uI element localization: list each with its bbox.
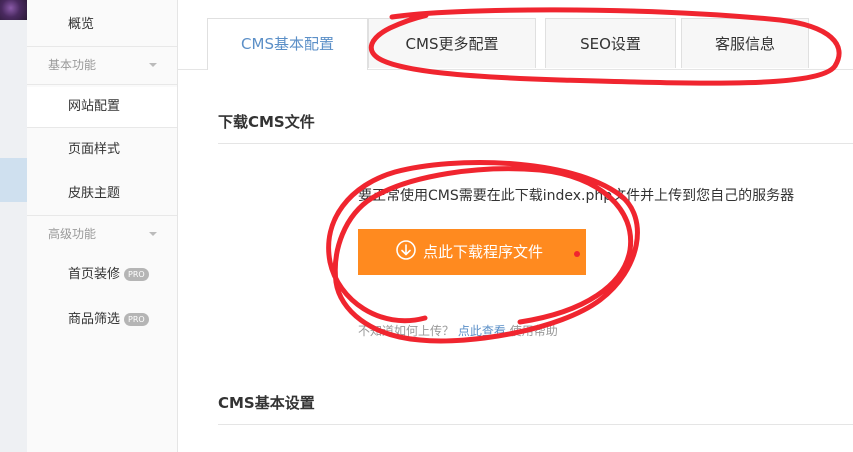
main-content: CMS基本配置 CMS更多配置 SEO设置 客服信息 下载CMS文件 要正常使用…: [178, 0, 853, 452]
section-title-download: 下载CMS文件: [218, 113, 315, 131]
divider: [218, 143, 853, 144]
help-prefix: 不知道如何上传？: [358, 324, 455, 338]
sidebar-item-label: 概览: [68, 17, 95, 32]
divider: [218, 424, 853, 425]
sidebar-item-home-decor[interactable]: 首页装修 PRO: [27, 255, 177, 295]
download-description: 要正常使用CMS需要在此下载index.php文件并上传到您自己的服务器: [358, 188, 795, 204]
sidebar-item-page-style[interactable]: 页面样式: [27, 130, 177, 170]
help-link[interactable]: 点此查看: [458, 324, 506, 338]
sidebar-item-site-config[interactable]: 网站配置: [27, 87, 177, 127]
sidebar-item-label: 页面样式: [68, 142, 121, 157]
sidebar: 概览 基本功能 网站配置 页面样式 皮肤主题 高级功能 首页装修 PRO 商品筛选…: [27, 0, 178, 452]
chevron-down-icon: [149, 232, 157, 236]
chevron-down-icon: [149, 63, 157, 67]
download-program-button[interactable]: 点此下载程序文件: [358, 229, 586, 275]
sidebar-item-product-filter[interactable]: 商品筛选 PRO: [27, 300, 177, 340]
tab-label: SEO设置: [580, 35, 641, 53]
sidebar-group-basic[interactable]: 基本功能: [27, 48, 177, 82]
tab-cms-basic[interactable]: CMS基本配置: [207, 18, 368, 70]
section-title-basic-settings: CMS基本设置: [218, 394, 315, 412]
avatar[interactable]: [0, 0, 27, 20]
tab-customer-service[interactable]: 客服信息: [681, 18, 809, 68]
sidebar-item-skin-theme[interactable]: 皮肤主题: [27, 174, 177, 214]
tab-cms-more[interactable]: CMS更多配置: [368, 18, 536, 68]
sidebar-item-overview[interactable]: 概览: [27, 5, 177, 45]
rail-selected-item[interactable]: [0, 158, 27, 202]
divider: [27, 84, 177, 85]
sidebar-item-label: 皮肤主题: [68, 186, 121, 201]
help-text: 不知道如何上传？ 点此查看 使用帮助: [358, 322, 558, 339]
sidebar-item-label: 首页装修: [68, 267, 121, 282]
tab-label: CMS更多配置: [405, 35, 499, 53]
pro-badge: PRO: [124, 313, 149, 326]
tab-bar: CMS基本配置 CMS更多配置 SEO设置 客服信息: [178, 0, 853, 70]
pro-badge: PRO: [124, 268, 149, 281]
sidebar-item-label: 网站配置: [68, 99, 121, 114]
sidebar-group-advanced[interactable]: 高级功能: [27, 217, 177, 251]
tab-label: 客服信息: [714, 35, 775, 53]
tab-label: CMS基本配置: [241, 35, 334, 53]
help-suffix: 使用帮助: [509, 324, 558, 338]
divider: [27, 215, 177, 216]
sidebar-item-label: 商品筛选: [68, 312, 121, 327]
divider: [27, 127, 177, 128]
sidebar-group-label: 高级功能: [48, 227, 97, 241]
tab-seo[interactable]: SEO设置: [545, 18, 676, 68]
download-icon: [396, 240, 416, 260]
download-button-label: 点此下载程序文件: [423, 243, 544, 261]
app-rail: [0, 0, 27, 452]
sidebar-group-label: 基本功能: [48, 58, 97, 72]
divider: [27, 46, 177, 47]
